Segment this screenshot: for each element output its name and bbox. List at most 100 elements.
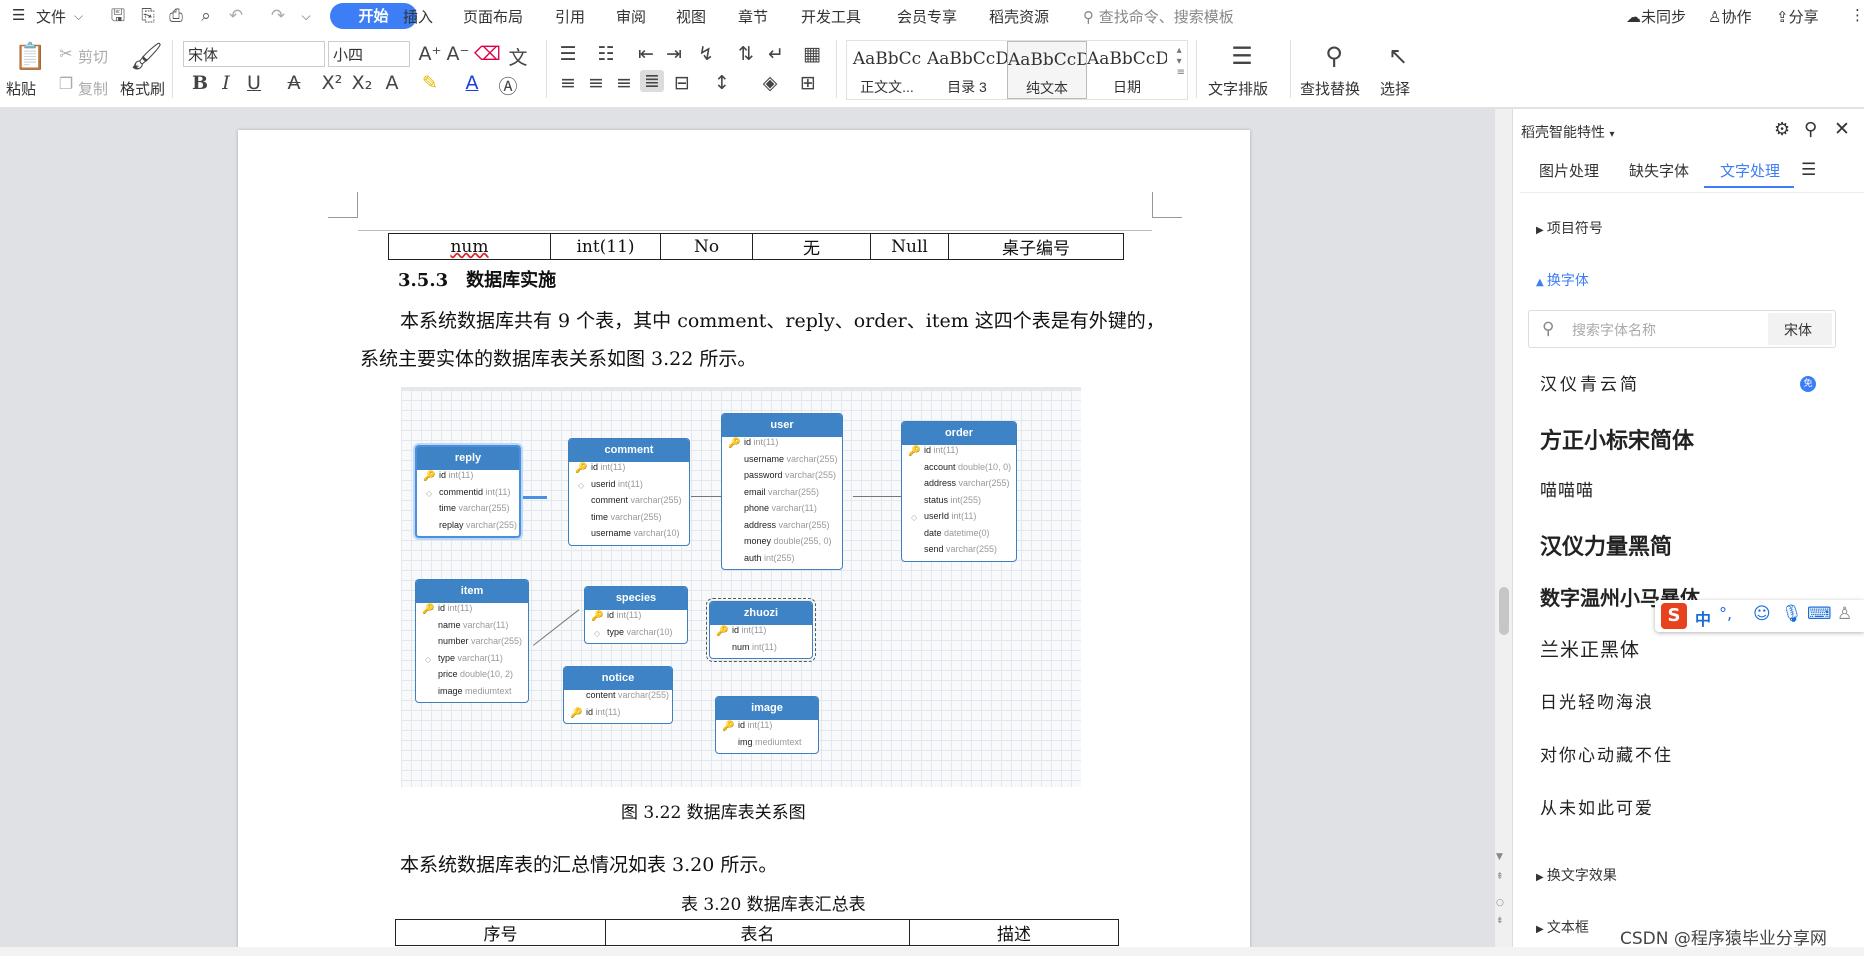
tab-page-layout[interactable]: 页面布局 [463,6,523,27]
vertical-scrollbar[interactable] [1495,109,1513,947]
justify-icon[interactable]: ≣ [640,70,664,92]
erd-entity[interactable]: zhuozi 🔑 id int(11) num int(11) [706,598,816,662]
command-search[interactable]: ⚲ 查找命令、搜索模板 [1083,6,1234,27]
table-cell[interactable]: int(11) [550,233,661,260]
shrink-font-icon[interactable]: A⁻ [446,43,470,65]
tab-developer[interactable]: 开发工具 [801,6,861,27]
show-marks-icon[interactable]: ↵ [764,43,788,65]
align-right-icon[interactable]: ≡ [612,72,636,94]
hamburger-icon[interactable]: ☰ [12,6,25,24]
erd-entity[interactable]: reply 🔑 id int(11) ◇ commentid int(11) time v… [415,445,521,538]
paragraph-line[interactable]: 系统主要实体的数据库表关系如图 3.22 所示。 [360,344,756,371]
font-option[interactable]: 汉仪青云简 [1540,370,1640,395]
section-change-font[interactable]: ▲ 换字体 [1536,270,1589,290]
ime-mode[interactable]: 中 [1695,606,1711,630]
align-center-icon[interactable]: ≡ [584,72,608,94]
font-option[interactable]: 喵喵喵 [1540,476,1594,501]
erd-entity[interactable]: notice content varchar(255) 🔑 id int(11) [563,666,673,724]
tab-references[interactable]: 引用 [555,6,585,27]
document-page[interactable]: num int(11) No 无 Null 桌子编号 3.5.3 数据库实施 本… [238,130,1250,956]
erd-diagram-image[interactable]: reply 🔑 id int(11) ◇ commentid int(11) time v… [401,387,1081,787]
collab-button[interactable]: ♙协作 [1708,6,1751,27]
font-option[interactable]: 从未如此可爱 [1540,794,1654,819]
font-option[interactable]: 汉仪力量黑简 [1540,529,1672,561]
borders-icon[interactable]: ⊞ [796,72,820,94]
copy-button[interactable]: 复制 [78,78,108,99]
table-cell[interactable]: No [660,233,753,260]
style-toc3[interactable]: AaBbCcDd 目录 3 [927,41,1007,99]
erd-entity[interactable]: user 🔑 id int(11) username varchar(255) pass… [721,413,843,570]
erd-entity[interactable]: item 🔑 id int(11) name varchar(11) number va… [415,579,529,703]
ime-toolbar[interactable]: S 中 °, ☺ 🎙 ⌨ ♙ [1655,600,1864,632]
font-search-input[interactable]: 搜索字体名称 [1572,320,1656,340]
font-color-icon[interactable]: A [460,72,484,94]
file-menu[interactable]: 文件 [36,6,66,27]
text-layout-icon[interactable]: ☰ [1230,42,1254,70]
erd-entity[interactable]: image 🔑 id int(11) img mediumtext [715,696,819,754]
emoji-icon[interactable]: ☺ [1753,604,1771,624]
table-lines-icon[interactable]: ▦ [800,43,824,65]
font-option[interactable]: 方正小标宋简体 [1540,423,1694,455]
section-heading[interactable]: 3.5.3 数据库实施 [398,266,556,292]
undo-icon[interactable]: ↶ [226,6,246,26]
paragraph-line[interactable]: 本系统数据库共有 9 个表，其中 comment、reply、order、ite… [400,306,1165,333]
font-option[interactable]: 对你心动藏不住 [1540,741,1673,766]
table-header[interactable]: 表名 [605,919,910,946]
panel-menu-icon[interactable]: ☰ [1801,160,1816,180]
microphone-icon[interactable]: 🎙 [1781,604,1803,624]
share-button[interactable]: ⇪分享 [1776,6,1819,27]
line-spacing-icon[interactable]: ↕ [710,72,734,94]
strikethrough-icon[interactable]: A [282,72,306,94]
section-textbox[interactable]: ▶ 文本框 [1536,917,1589,937]
redo-icon[interactable]: ↷ [268,6,288,26]
user-icon[interactable]: ♙ [1837,604,1852,624]
highlight-icon[interactable]: ✎ [418,72,442,94]
panel-title[interactable]: 稻壳智能特性 ▾ [1521,122,1614,142]
text-direction-icon[interactable]: ↯ [694,43,718,65]
font-option[interactable]: 兰米正黑体 [1540,635,1640,662]
pin-icon[interactable]: ⚲ [1804,119,1817,140]
paragraph-line[interactable]: 本系统数据库表的汇总情况如表 3.20 所示。 [400,850,777,877]
format-painter-icon[interactable]: 🖌 [130,42,163,72]
tab-insert[interactable]: 插入 [403,6,433,27]
cut-button[interactable]: 剪切 [78,46,108,67]
bold-button[interactable]: B [188,72,212,94]
font-size-select[interactable]: 小四 [328,41,410,67]
clear-format-icon[interactable]: ⌫ [474,43,501,65]
keyboard-icon[interactable]: ⌨ [1807,604,1832,624]
tab-review[interactable]: 审阅 [616,6,646,27]
table-cell[interactable]: num [388,233,551,260]
char-border-icon[interactable]: Ⓐ [496,72,520,99]
save-icon[interactable]: 🖫 [108,6,128,26]
punctuation-icon[interactable]: °, [1719,604,1732,623]
font-option[interactable]: 日光轻吻海浪 [1540,688,1654,713]
scrollbar-thumb[interactable] [1499,587,1509,635]
grow-font-icon[interactable]: A⁺ [418,43,442,65]
select-button[interactable]: 选择 [1380,78,1410,99]
scissors-icon[interactable]: ✂ [54,44,78,63]
table-header[interactable]: 描述 [909,919,1119,946]
numbered-list-icon[interactable]: ☷ [594,43,618,65]
erd-entity[interactable]: species 🔑 id int(11) ◇ type varchar(10) [584,586,688,644]
pinyin-icon[interactable]: 文 [506,43,530,70]
select-browse-icon[interactable]: ○ [1496,898,1504,908]
tab-text-processing[interactable]: 文字处理 [1720,160,1780,181]
align-left-icon[interactable]: ≡ [556,72,580,94]
distribute-icon[interactable]: ⊟ [670,72,694,94]
paste-button[interactable]: 粘贴 [6,78,36,99]
format-painter-button[interactable]: 格式刷 [120,78,165,99]
style-plain-text[interactable]: AaBbCcDd 纯文本 [1007,41,1087,99]
sync-status[interactable]: ☁未同步 [1626,6,1686,27]
superscript-icon[interactable]: X² [320,72,344,94]
prev-page-icon[interactable]: ⇞ [1496,872,1504,882]
style-scroll-icon[interactable]: ▴ ▾ ≡ [1177,45,1185,78]
text-effect-icon[interactable]: A [380,72,404,94]
style-date[interactable]: AaBbCcDd 日期 [1087,41,1167,99]
table-caption[interactable]: 表 3.20 数据库表汇总表 [681,890,866,915]
magnifier-icon[interactable]: ⚲ [1322,42,1346,70]
copy-icon[interactable]: ❐ [54,74,78,93]
export-pdf-icon[interactable]: ⎘ [138,6,158,26]
print-preview-icon[interactable]: ⌕ [196,6,216,26]
tab-chapter[interactable]: 章节 [738,6,768,27]
decrease-indent-icon[interactable]: ⇤ [634,43,658,65]
